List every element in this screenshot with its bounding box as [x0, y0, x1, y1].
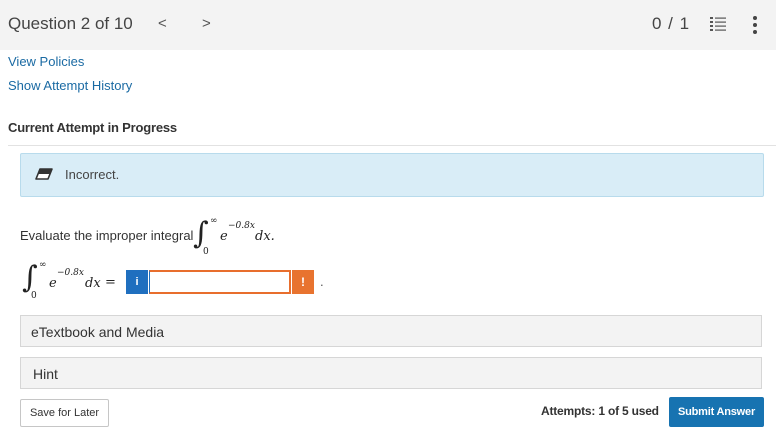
answer-input[interactable] — [149, 270, 291, 294]
info-icon[interactable]: i — [126, 270, 148, 294]
view-policies-link[interactable]: View Policies — [8, 54, 84, 69]
integral-sign: ∫ — [193, 216, 209, 251]
equals-sign: = — [105, 275, 116, 290]
upper-limit: ∞ — [39, 260, 47, 270]
eraser-icon — [35, 168, 53, 180]
etextbook-panel[interactable]: eTextbook and Media — [20, 315, 762, 347]
divider — [8, 145, 776, 146]
score-display: 0 / 1 — [652, 14, 691, 33]
integrand-base: e — [49, 276, 57, 291]
upper-limit: ∞ — [210, 216, 218, 226]
integrand-exponent: −0.8x — [228, 221, 255, 231]
vertical-dots-icon[interactable] — [752, 15, 758, 35]
question-counter: Question 2 of 10 — [8, 14, 133, 33]
submit-answer-button[interactable]: Submit Answer — [669, 397, 764, 427]
integrand-base: e — [220, 229, 228, 244]
save-for-later-button[interactable]: Save for Later — [20, 399, 109, 427]
hint-panel[interactable]: Hint — [20, 357, 762, 389]
differential: dx — [85, 276, 101, 291]
trailing-period: . — [320, 274, 324, 289]
alert-text: Incorrect. — [65, 167, 120, 182]
integral-sign: ∫ — [22, 260, 38, 295]
numbered-list-icon[interactable] — [710, 16, 726, 32]
lower-limit: 0 — [31, 291, 37, 301]
attempt-heading: Current Attempt in Progress — [8, 120, 177, 135]
warning-icon[interactable]: ! — [292, 270, 314, 294]
attempts-counter: Attempts: 1 of 5 used — [541, 404, 659, 418]
integrand-exponent: −0.8x — [57, 268, 84, 278]
lower-limit: 0 — [203, 247, 209, 257]
differential: dx. — [255, 229, 275, 244]
chevron-left-icon[interactable]: < — [158, 15, 167, 32]
chevron-right-icon[interactable]: > — [202, 15, 211, 32]
question-prompt: Evaluate the improper integral — [20, 228, 194, 243]
question-header: Question 2 of 10 < > 0 / 1 — [0, 0, 776, 50]
attempt-history-link[interactable]: Show Attempt History — [8, 78, 132, 93]
incorrect-alert: Incorrect. — [20, 153, 764, 197]
